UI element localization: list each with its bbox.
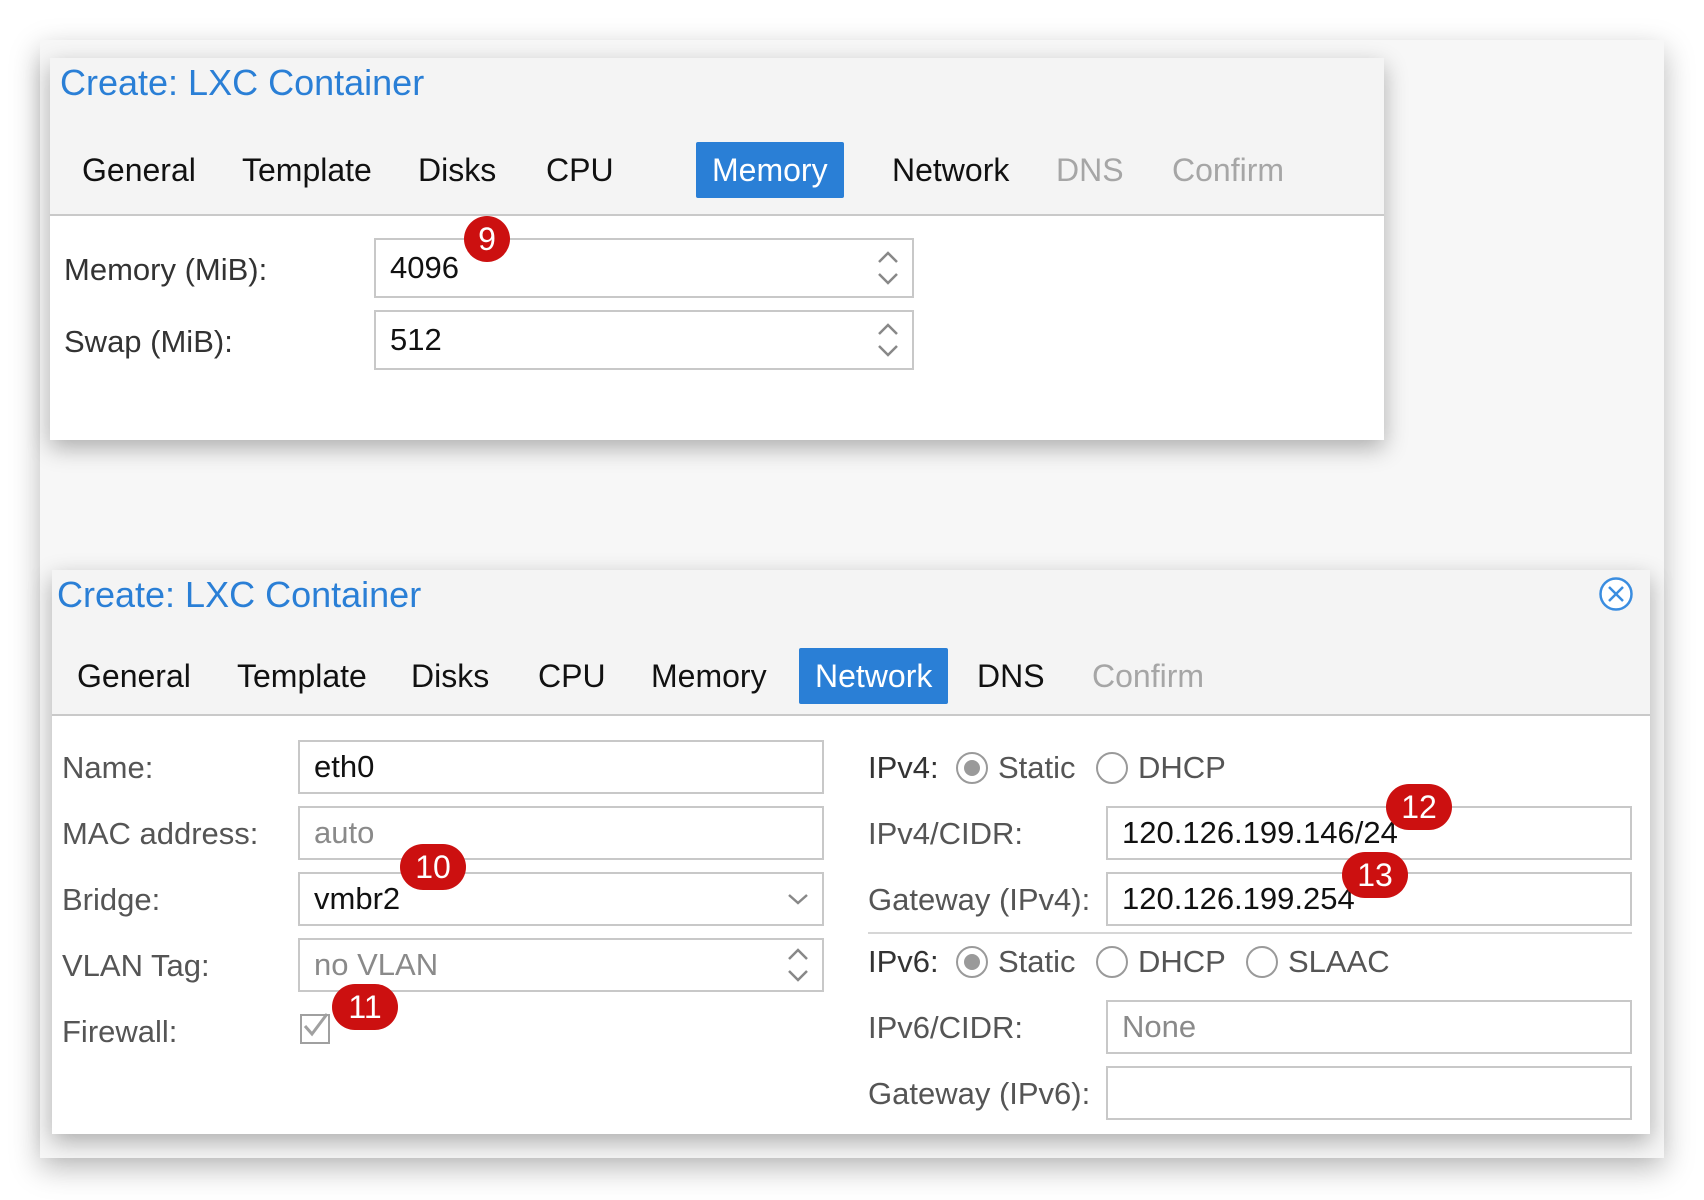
bridge-label: Bridge: xyxy=(62,882,161,917)
tab-dns[interactable]: DNS xyxy=(961,648,1061,704)
tab-network[interactable]: Network xyxy=(799,648,949,704)
checkmark-icon xyxy=(303,1013,329,1037)
mac-address-input[interactable] xyxy=(314,815,721,851)
swap-label: Swap (MiB): xyxy=(64,324,233,359)
name-label: Name: xyxy=(62,750,154,785)
memory-field[interactable] xyxy=(374,238,914,298)
bridge-select[interactable]: vmbr2 xyxy=(298,872,824,926)
tab-cpu[interactable]: CPU xyxy=(530,142,630,198)
tab-memory[interactable]: Memory xyxy=(696,142,844,198)
swap-field[interactable] xyxy=(374,310,914,370)
memory-dialog: Create: LXC Container General Template D… xyxy=(50,58,1384,440)
tab-disks[interactable]: Disks xyxy=(395,648,505,704)
name-field[interactable] xyxy=(298,740,824,794)
bridge-selected-value: vmbr2 xyxy=(314,881,401,916)
network-dialog-header: Create: LXC Container General Template D… xyxy=(52,570,1650,716)
gateway-ipv4-label: Gateway (IPv4): xyxy=(868,882,1091,917)
mac-address-label: MAC address: xyxy=(62,816,259,851)
memory-input[interactable] xyxy=(390,250,808,286)
tab-template[interactable]: Template xyxy=(226,142,388,198)
tab-cpu[interactable]: CPU xyxy=(522,648,622,704)
spinner-arrows-icon[interactable] xyxy=(786,945,810,985)
vlan-tag-input[interactable] xyxy=(314,947,721,983)
ipv6-cidr-field[interactable] xyxy=(1106,1000,1632,1054)
tab-network[interactable]: Network xyxy=(876,142,1025,198)
ipv6-cidr-input[interactable] xyxy=(1122,1009,1529,1045)
tab-confirm: Confirm xyxy=(1172,152,1285,188)
ipv4-static-label: Static xyxy=(998,750,1076,785)
ipv6-slaac-radio[interactable] xyxy=(1246,946,1278,978)
firewall-checkbox[interactable] xyxy=(300,1013,330,1044)
swap-input[interactable] xyxy=(390,322,808,358)
tab-confirm: Confirm xyxy=(1092,658,1205,694)
network-dialog: Create: LXC Container General Template D… xyxy=(52,570,1650,1134)
ipv6-dhcp-label: DHCP xyxy=(1138,944,1226,979)
tab-template[interactable]: Template xyxy=(221,648,383,704)
ip-section-divider xyxy=(868,932,1632,934)
tab-general[interactable]: General xyxy=(66,142,212,198)
ipv4-static-radio[interactable] xyxy=(956,752,988,784)
name-input[interactable] xyxy=(314,749,721,785)
callout-badge-13: 13 xyxy=(1342,852,1408,898)
tab-general[interactable]: General xyxy=(61,648,207,704)
gateway-ipv6-field[interactable] xyxy=(1106,1066,1632,1120)
ipv4-cidr-input[interactable] xyxy=(1122,815,1529,851)
ipv4-dhcp-radio[interactable] xyxy=(1096,752,1128,784)
mac-address-field[interactable] xyxy=(298,806,824,860)
memory-label: Memory (MiB): xyxy=(64,252,268,287)
callout-badge-10: 10 xyxy=(400,844,466,890)
ipv6-cidr-label: IPv6/CIDR: xyxy=(868,1010,1024,1045)
chevron-down-icon[interactable] xyxy=(786,891,810,907)
callout-badge-12: 12 xyxy=(1386,784,1452,830)
memory-dialog-header: Create: LXC Container General Template D… xyxy=(50,58,1384,216)
spinner-arrows-icon[interactable] xyxy=(876,248,900,288)
ipv4-label: IPv4: xyxy=(868,750,939,785)
ipv6-static-radio[interactable] xyxy=(956,946,988,978)
ipv6-dhcp-radio[interactable] xyxy=(1096,946,1128,978)
ipv6-static-label: Static xyxy=(998,944,1076,979)
gateway-ipv6-label: Gateway (IPv6): xyxy=(868,1076,1091,1111)
vlan-tag-label: VLAN Tag: xyxy=(62,948,210,983)
gateway-ipv6-input[interactable] xyxy=(1122,1075,1529,1111)
gateway-ipv4-input[interactable] xyxy=(1122,881,1529,917)
tab-dns: DNS xyxy=(1056,152,1124,188)
ipv4-dhcp-label: DHCP xyxy=(1138,750,1226,785)
close-circle-icon[interactable] xyxy=(1598,576,1634,612)
spinner-arrows-icon[interactable] xyxy=(876,320,900,360)
callout-badge-9: 9 xyxy=(464,216,510,262)
callout-badge-11: 11 xyxy=(332,984,398,1030)
ipv6-slaac-label: SLAAC xyxy=(1288,944,1390,979)
dialog-title: Create: LXC Container xyxy=(60,62,425,103)
ipv4-cidr-label: IPv4/CIDR: xyxy=(868,816,1024,851)
ipv6-label: IPv6: xyxy=(868,944,939,979)
tab-memory[interactable]: Memory xyxy=(635,648,783,704)
dialog-title: Create: LXC Container xyxy=(57,574,422,615)
tab-disks[interactable]: Disks xyxy=(402,142,512,198)
firewall-label: Firewall: xyxy=(62,1014,178,1049)
